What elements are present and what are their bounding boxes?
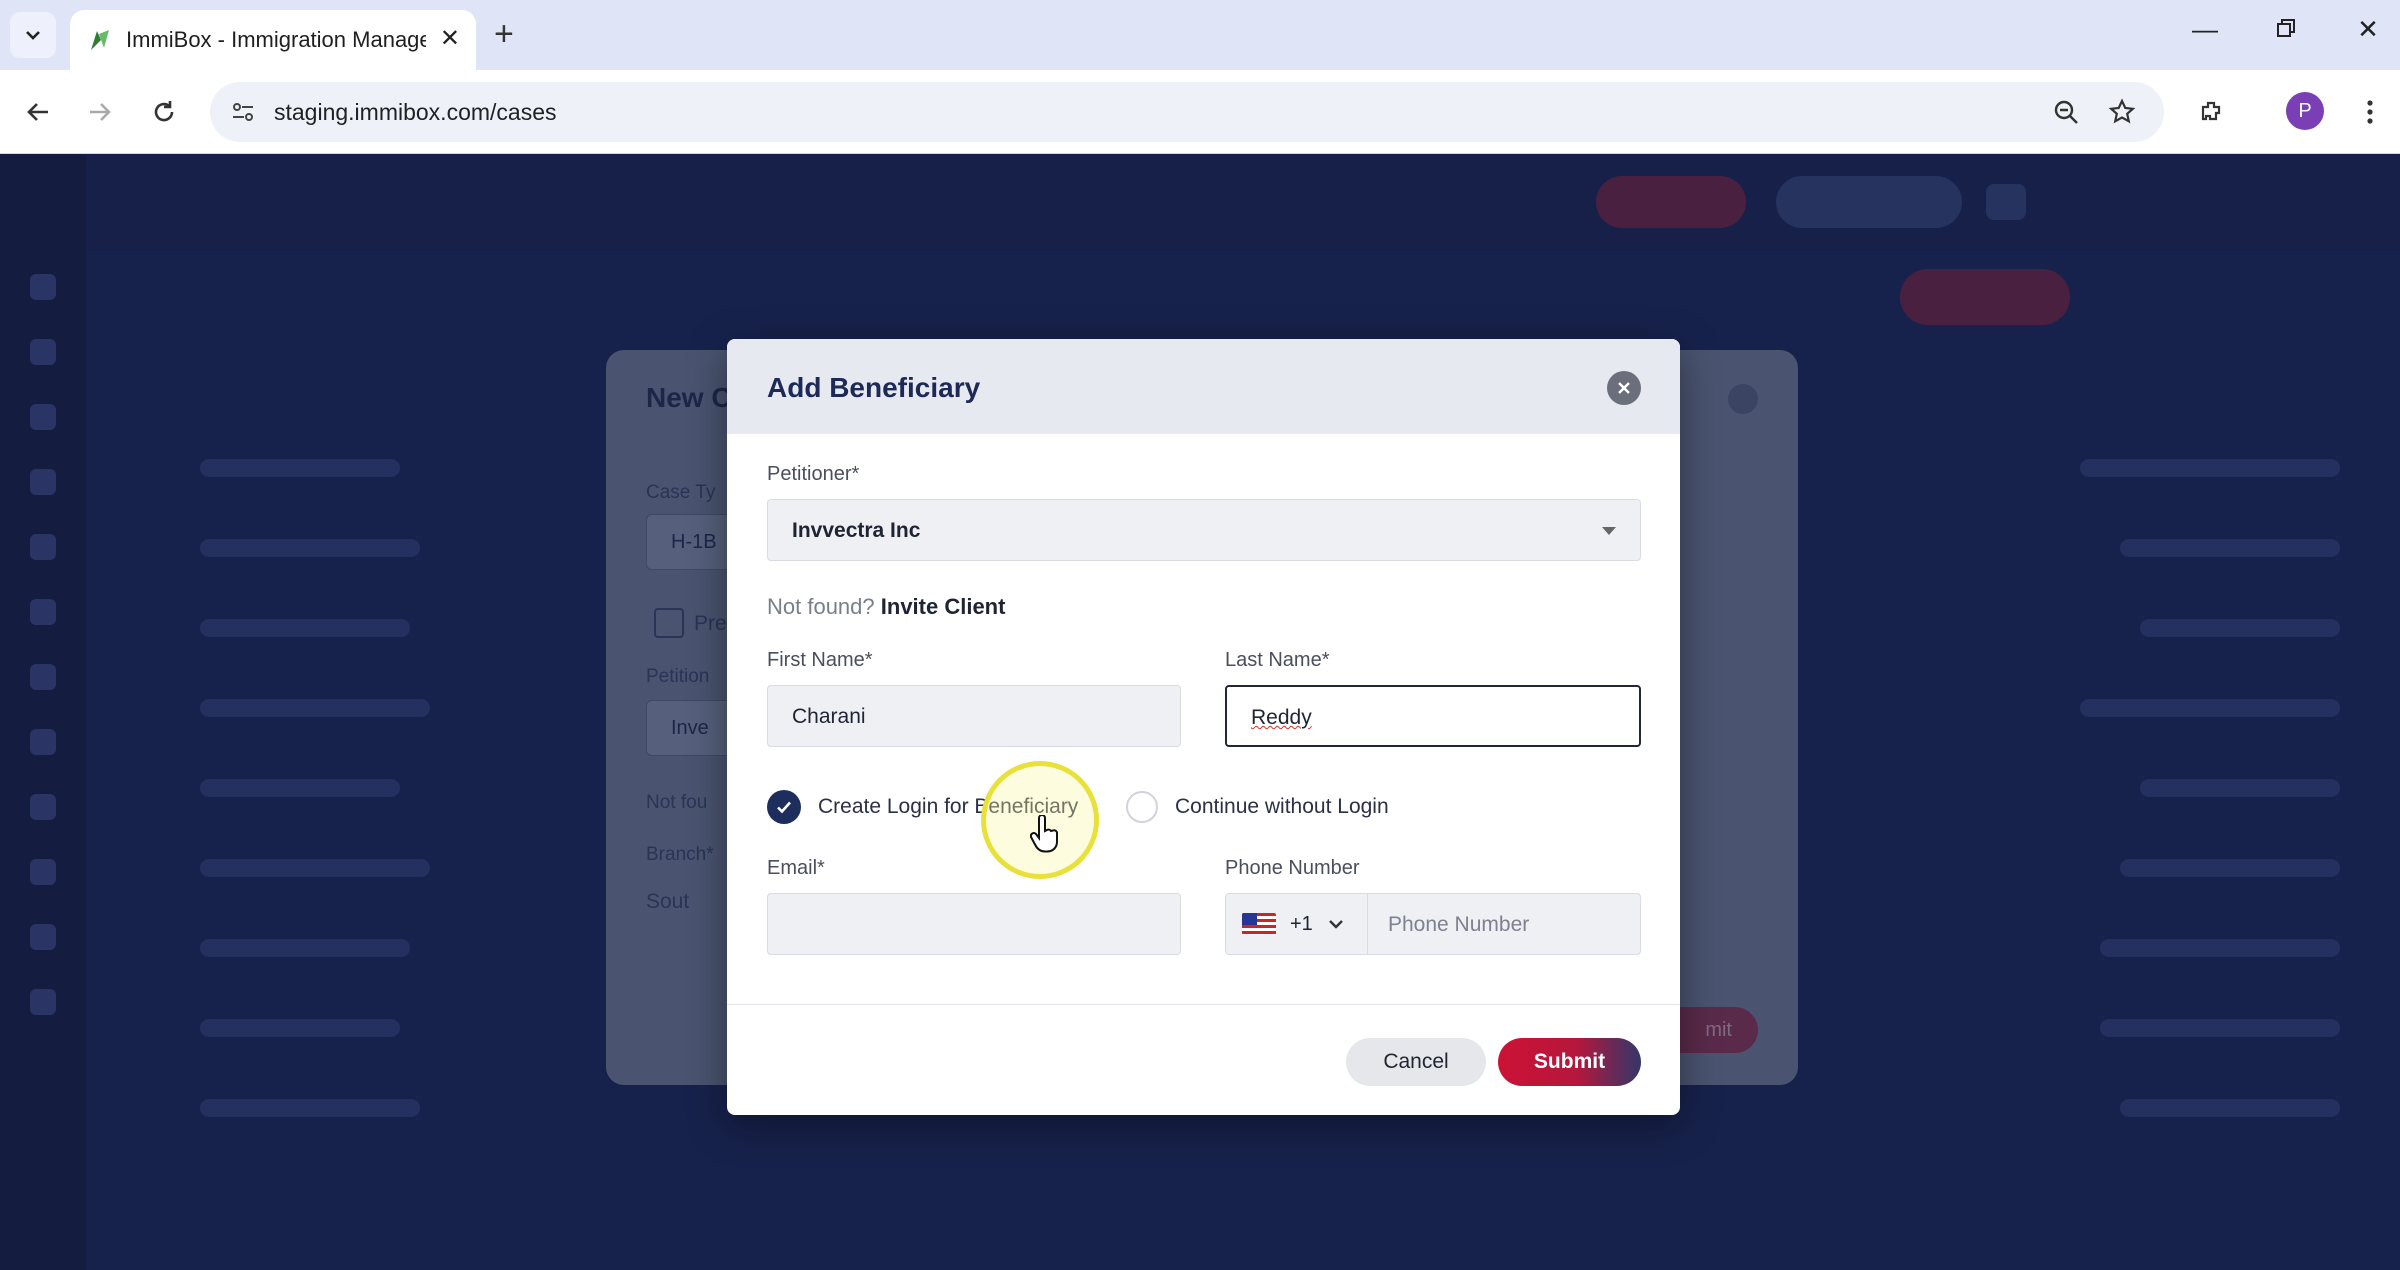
first-name-input[interactable]: Charani bbox=[767, 685, 1181, 747]
branch-label: Branch* bbox=[646, 844, 714, 865]
forward-icon[interactable] bbox=[78, 90, 122, 134]
continue-without-login-label: Continue without Login bbox=[1175, 795, 1389, 818]
restore-icon[interactable] bbox=[2266, 14, 2306, 45]
continue-without-login-option[interactable]: Continue without Login bbox=[1126, 789, 1389, 825]
invite-client-link[interactable]: Invite Client bbox=[881, 594, 1006, 619]
browser-tab[interactable]: ImmiBox - Immigration Manage ✕ bbox=[70, 10, 476, 70]
country-code-select[interactable]: +1 bbox=[1226, 894, 1368, 954]
zoom-icon[interactable] bbox=[2044, 90, 2088, 134]
profile-avatar[interactable]: P bbox=[2286, 92, 2324, 130]
branch-value: Sout bbox=[646, 890, 690, 913]
modal-close-icon[interactable] bbox=[1607, 371, 1641, 405]
new-case-title: New C bbox=[646, 382, 732, 413]
immibox-favicon-icon bbox=[91, 30, 109, 50]
last-name-value: Reddy bbox=[1251, 706, 1312, 729]
phone-label: Phone Number bbox=[1225, 857, 1360, 879]
browser-tab-bar: ImmiBox - Immigration Manage ✕ + — ✕ bbox=[0, 0, 2400, 70]
phone-input-group: +1 Phone Number bbox=[1225, 893, 1641, 955]
cancel-button[interactable]: Cancel bbox=[1346, 1038, 1486, 1086]
window-close-icon[interactable]: ✕ bbox=[2348, 14, 2388, 45]
tab-close-icon[interactable]: ✕ bbox=[440, 24, 460, 53]
reload-icon[interactable] bbox=[142, 90, 186, 134]
chevron-down-icon bbox=[26, 31, 40, 40]
last-name-label: Last Name* bbox=[1225, 649, 1330, 671]
us-flag-icon bbox=[1242, 913, 1276, 935]
bookmark-star-icon[interactable] bbox=[2100, 90, 2144, 134]
petitioner-select[interactable]: Invvectra Inc bbox=[767, 499, 1641, 561]
minimize-icon[interactable]: — bbox=[2185, 14, 2225, 45]
case-type-label: Case Ty bbox=[646, 482, 716, 503]
modal-header: Add Beneficiary bbox=[727, 339, 1680, 434]
modal-title: Add Beneficiary bbox=[767, 372, 981, 403]
country-code-value: +1 bbox=[1290, 912, 1313, 935]
first-name-value: Charani bbox=[792, 705, 866, 728]
phone-number-input[interactable]: Phone Number bbox=[1388, 913, 1529, 937]
submit-button[interactable]: Submit bbox=[1498, 1038, 1641, 1086]
chevron-down-icon bbox=[1328, 920, 1343, 929]
under-petitioner-label: Petition bbox=[646, 666, 710, 687]
app-header bbox=[86, 154, 2400, 250]
extensions-icon[interactable] bbox=[2190, 90, 2234, 134]
not-found-text: Not found? Invite Client bbox=[767, 594, 1006, 619]
email-input[interactable] bbox=[767, 893, 1181, 955]
hand-pointer-icon bbox=[1030, 815, 1058, 853]
address-bar[interactable]: staging.immibox.com/cases bbox=[210, 82, 2164, 142]
caret-down-icon bbox=[1602, 527, 1616, 535]
url-text: staging.immibox.com/cases bbox=[274, 98, 557, 125]
tab-search-button[interactable] bbox=[10, 12, 56, 58]
last-name-input[interactable]: Reddy bbox=[1225, 685, 1641, 747]
browser-menu-icon[interactable] bbox=[2348, 90, 2392, 134]
petitioner-value: Invvectra Inc bbox=[792, 519, 921, 542]
back-icon[interactable] bbox=[16, 90, 60, 134]
new-case-close-icon bbox=[1728, 384, 1758, 414]
browser-toolbar: staging.immibox.com/cases bbox=[0, 70, 2400, 154]
site-settings-icon[interactable] bbox=[230, 99, 256, 125]
petitioner-label: Petitioner* bbox=[767, 463, 860, 485]
tab-title: ImmiBox - Immigration Manage bbox=[126, 27, 426, 52]
add-beneficiary-modal: Add Beneficiary Petitioner* Invvectra In… bbox=[727, 339, 1680, 1115]
footer-divider bbox=[727, 1004, 1680, 1005]
radio-checked-icon[interactable] bbox=[767, 790, 801, 824]
app-sidebar bbox=[0, 154, 86, 1270]
under-not-found: Not fou bbox=[646, 792, 708, 813]
first-name-label: First Name* bbox=[767, 649, 873, 671]
email-label: Email* bbox=[767, 857, 825, 879]
radio-empty-icon[interactable] bbox=[1126, 791, 1158, 823]
premium-checkbox bbox=[654, 608, 684, 638]
new-tab-button[interactable]: + bbox=[494, 14, 514, 54]
premium-label: Pre bbox=[694, 612, 727, 635]
